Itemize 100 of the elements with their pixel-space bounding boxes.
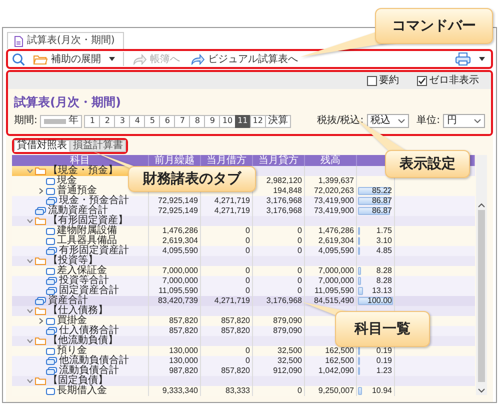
ratio-value: 4.85 <box>375 246 393 256</box>
account-name: 有形固定資産計 <box>59 246 129 256</box>
month-button[interactable]: 10 <box>219 114 236 128</box>
table-cell: 0 <box>253 386 305 396</box>
account-name: 仕入債務合計 <box>59 326 119 336</box>
unit-label: 単位: <box>416 116 440 126</box>
folder-icon <box>33 54 48 64</box>
account-name: 【投資等】 <box>48 256 98 266</box>
ratio-value: 1.75 <box>375 226 393 236</box>
chevron-icon <box>398 119 405 123</box>
month-button[interactable]: 5 <box>144 114 160 128</box>
stack-icon <box>46 367 57 375</box>
account-name: 資産合計 <box>48 296 88 306</box>
ratio-value: 1.23 <box>375 366 393 376</box>
chevron-icon[interactable] <box>26 219 32 223</box>
month-button[interactable]: 12 <box>250 114 266 128</box>
stack-icon <box>35 297 46 305</box>
chevron-icon[interactable] <box>26 259 32 263</box>
checkbox[interactable] <box>417 76 427 86</box>
table-row[interactable]: 流動資産合計 72,925,149 4,271,719 3,176,968 73,419,900 86.87 <box>12 206 475 216</box>
month-button[interactable]: 2 <box>99 114 116 128</box>
table-row[interactable]: 流動負債合計 987,820 857,820 912,090 1,042,090 1.23 <box>12 366 475 376</box>
callout-tooltip: 表示設定 <box>385 150 470 178</box>
statement-tab[interactable]: 貸借対照表 <box>14 140 70 152</box>
table-row[interactable]: 投資等合計 7,000,000 0 0 7,000,000 8.28 <box>12 276 475 286</box>
table-row[interactable]: 【有形固定資産】 <box>12 216 475 226</box>
stack-icon <box>46 287 57 295</box>
caret-icon <box>479 57 485 61</box>
document-icon <box>14 36 23 46</box>
month-button[interactable]: 1 <box>84 114 100 128</box>
document-tab[interactable]: 試算表(月次・期間) <box>7 32 124 49</box>
account-name: 買掛金 <box>57 316 87 326</box>
toolbar-button[interactable]: 補助の展開 <box>31 52 117 66</box>
account-name: 長期借入金 <box>57 386 107 396</box>
table-row[interactable]: 固定資産合計 11,095,590 0 0 11,095,590 13.13 <box>12 286 475 296</box>
ratio-value: 8.28 <box>375 276 393 286</box>
tax-select[interactable]: 税込 <box>366 114 409 128</box>
table-row[interactable]: 【固定負債】 <box>12 376 475 386</box>
chevron-icon[interactable] <box>26 169 32 173</box>
ratio-value: 10.94 <box>370 386 393 396</box>
month-button[interactable]: 9 <box>204 114 220 128</box>
report-title: 試算表(月次・期間) <box>14 94 122 110</box>
stack-icon <box>35 207 46 215</box>
account-name: 現金・預金合計 <box>59 196 129 206</box>
ratio-value: 86.87 <box>370 196 393 206</box>
table-cell: 9,250,007 <box>305 386 357 396</box>
account-name: 預り金 <box>57 346 87 356</box>
scroll-up-icon[interactable] <box>478 203 485 208</box>
chevron-icon[interactable] <box>38 318 42 324</box>
ratio-value: 86.87 <box>370 206 393 216</box>
callout-tooltip: 財務諸表のタブ <box>128 166 256 192</box>
month-button[interactable]: 7 <box>174 114 190 128</box>
stack-icon <box>46 247 57 255</box>
account-name: 流動資産合計 <box>48 206 108 216</box>
table-row[interactable]: 他流動負債合計 130,000 0 32,500 162,500 0.19 <box>12 356 475 366</box>
ratio-value: 13.13 <box>370 286 393 296</box>
account-name: 普通預金 <box>57 186 97 196</box>
month-button[interactable]: 決算 <box>264 114 291 128</box>
arrow-icon <box>132 54 147 64</box>
period-label: 期間: <box>14 116 38 126</box>
stack-icon <box>46 357 57 365</box>
arrow-icon <box>190 54 205 64</box>
account-name: 【仕入債務】 <box>48 306 108 316</box>
account-name: 建物附属設備 <box>57 226 117 236</box>
card-icon <box>46 388 55 394</box>
table-row[interactable]: 有形固定資産計 4,095,590 0 0 4,095,590 4.85 <box>12 246 475 256</box>
month-button[interactable]: 3 <box>114 114 130 128</box>
chevron-icon[interactable] <box>38 188 42 194</box>
option-label: 要約 <box>379 76 399 86</box>
search-icon[interactable] <box>12 52 25 66</box>
month-button[interactable]: 11 <box>234 114 251 128</box>
chevron-icon[interactable] <box>26 309 32 313</box>
account-name: 【他流動負債】 <box>48 336 118 346</box>
unit-select[interactable]: 円 <box>443 114 485 128</box>
month-button[interactable]: 8 <box>189 114 206 128</box>
statement-tab[interactable]: 損益計算書 <box>70 140 126 152</box>
account-name: 他流動負債合計 <box>59 356 129 366</box>
chevron-icon[interactable] <box>26 339 32 343</box>
checkbox[interactable] <box>367 76 377 86</box>
table-row[interactable]: 現金・預金合計 72,925,149 4,271,719 3,176,968 73,419,900 86.87 <box>12 196 475 206</box>
table-cell: 9,333,340 <box>149 386 201 396</box>
table-row[interactable]: 【投資等】 <box>12 256 475 266</box>
ratio-value: 85.22 <box>370 186 393 196</box>
scroll-down-icon[interactable] <box>478 388 485 393</box>
month-button[interactable]: 6 <box>159 114 176 128</box>
table-row[interactable]: 資産合計 83,420,739 4,271,719 3,176,968 84,515,490 100.00 <box>12 296 475 306</box>
month-button[interactable]: 4 <box>129 114 146 128</box>
chevron-icon <box>474 119 481 123</box>
print-button[interactable] <box>453 52 487 66</box>
option-label: ゼロ非表示 <box>429 76 479 86</box>
chevron-icon[interactable] <box>26 379 32 383</box>
ratio-value: 3.10 <box>375 236 393 246</box>
account-name: 固定資産合計 <box>59 286 119 296</box>
printer-icon <box>455 52 471 66</box>
table-cell: 83,333 <box>201 386 253 396</box>
toolbar-button[interactable]: ビジュアル試算表へ <box>188 52 300 66</box>
scrollbar[interactable] <box>476 155 487 395</box>
callout-tooltip: コマンドバー <box>375 8 493 44</box>
year-button[interactable]: 年 <box>40 114 82 128</box>
account-name: 工具器具備品 <box>57 236 117 246</box>
